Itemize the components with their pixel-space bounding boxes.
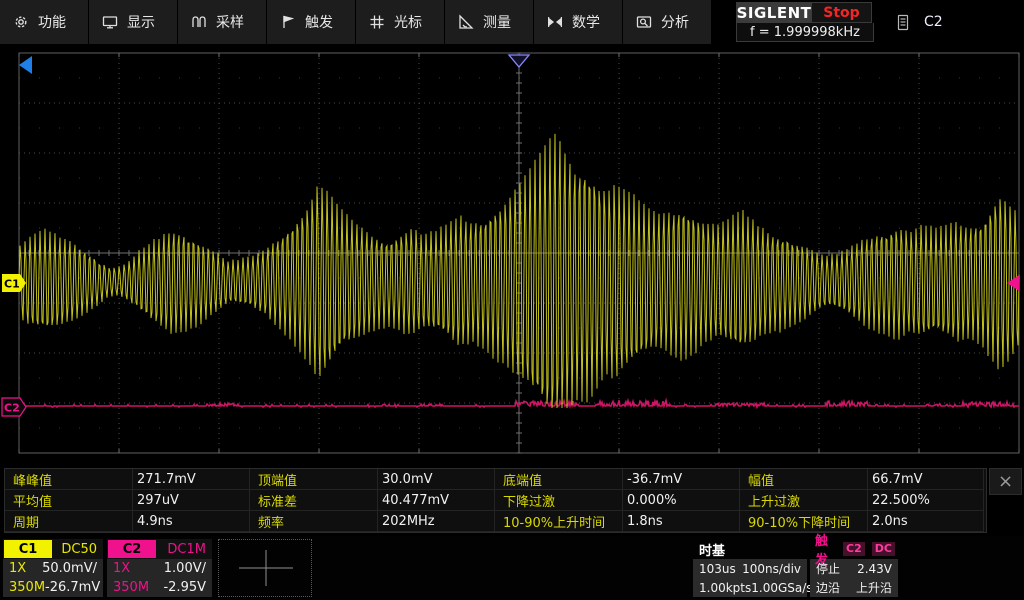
measurement-value: 271.7mV xyxy=(133,469,250,490)
measurement-label: 幅值 xyxy=(740,469,868,490)
svg-text:C2: C2 xyxy=(4,402,20,415)
channel2-offset: -2.95V xyxy=(163,580,206,595)
trigger-box[interactable]: 触发 C2 DC 停止2.43V 边沿上升沿 xyxy=(810,539,898,597)
channel2-zero-marker[interactable]: C2 xyxy=(2,398,26,416)
brand-and-state: SIGLENT Stop f = 1.999998kHz xyxy=(736,2,874,42)
menu-bar: 功能 显示 采样 触发 光标 xyxy=(0,0,1024,44)
channel1-info-box[interactable]: C1 DC50 1X 50.0mV/ 350M-26.7mV xyxy=(3,539,103,597)
channel2-bandwidth: 350M xyxy=(113,580,149,595)
run-state-indicator[interactable]: Stop xyxy=(812,2,872,23)
measure-icon xyxy=(458,14,474,30)
trigger-mode: 停止 xyxy=(816,560,840,577)
timebase-delay: 103us xyxy=(699,562,736,576)
channel2-attenuation: 1X xyxy=(113,561,130,576)
channel2-info-box[interactable]: C2 DC1M 1X 1.00V/ 350M -2.95V xyxy=(107,539,212,597)
measurement-label: 顶端值 xyxy=(250,469,378,490)
measurement-value: 22.500% xyxy=(868,490,984,511)
menu-item-label: 显示 xyxy=(127,12,155,32)
cursor-icon xyxy=(369,14,385,30)
analysis-icon xyxy=(636,14,652,30)
measurement-panel: 峰峰值 271.7mV 顶端值 30.0mV 底端值 -36.7mV 幅值 66… xyxy=(4,468,987,533)
measurement-label: 频率 xyxy=(250,511,378,532)
sampling-icon xyxy=(191,14,207,30)
channel1-scale: 50.0mV/ xyxy=(42,561,97,576)
measurement-label: 底端值 xyxy=(495,469,623,490)
trigger-slope: 上升沿 xyxy=(856,579,892,596)
clipboard-icon xyxy=(896,14,910,31)
math-icon xyxy=(547,14,563,30)
measurement-value: 4.9ns xyxy=(133,511,250,532)
frequency-counter: f = 1.999998kHz xyxy=(736,23,874,42)
menu-item-label: 功能 xyxy=(38,12,66,32)
trigger-flag-icon xyxy=(280,14,296,30)
trigger-level: 2.43V xyxy=(857,562,892,576)
channel1-coupling: DC50 xyxy=(53,542,103,557)
menu-item-math[interactable]: 数学 xyxy=(534,0,623,44)
measurement-value: 66.7mV xyxy=(868,469,984,490)
waveform-display: C1 C2 xyxy=(0,44,1024,468)
menu-item-label: 采样 xyxy=(216,12,244,32)
measurement-label: 标准差 xyxy=(250,490,378,511)
menu-item-function[interactable]: 功能 xyxy=(0,0,89,44)
menu-item-acquire[interactable]: 采样 xyxy=(178,0,267,44)
measurement-value: -36.7mV xyxy=(623,469,740,490)
measurement-label: 10-90%上升时间 xyxy=(495,511,623,532)
menu-item-label: 测量 xyxy=(483,12,511,32)
channel1-offset: -26.7mV xyxy=(45,580,100,595)
measurement-label: 峰峰值 xyxy=(5,469,133,490)
menu-item-label: 光标 xyxy=(394,12,422,32)
menu-item-analysis[interactable]: 分析 xyxy=(623,0,712,44)
timebase-scale: 100ns/div xyxy=(742,562,801,576)
timebase-title: 时基 xyxy=(699,540,725,559)
active-channel-label: C2 xyxy=(924,14,943,30)
menu-item-label: 数学 xyxy=(572,12,600,32)
crosshair-widget[interactable] xyxy=(218,539,312,597)
menu-item-trigger[interactable]: 触发 xyxy=(267,0,356,44)
oscilloscope-screen: 功能 显示 采样 触发 光标 xyxy=(0,0,1024,600)
timebase-box[interactable]: 时基 103us100ns/div 1.00kpts1.00GSa/s xyxy=(693,539,807,597)
svg-text:C1: C1 xyxy=(4,278,20,291)
menu-item-display[interactable]: 显示 xyxy=(89,0,178,44)
channel2-badge: C2 xyxy=(108,540,156,558)
channel1-attenuation: 1X xyxy=(9,561,26,576)
measurement-value: 40.477mV xyxy=(378,490,495,511)
timebase-samplerate: 1.00GSa/s xyxy=(751,581,812,595)
channel1-badge: C1 xyxy=(4,540,52,558)
channel1-bandwidth: 350M xyxy=(9,580,45,595)
measurement-label: 平均值 xyxy=(5,490,133,511)
measurement-value: 0.000% xyxy=(623,490,740,511)
menu-item-label: 分析 xyxy=(661,12,689,32)
menu-item-cursors[interactable]: 光标 xyxy=(356,0,445,44)
close-icon: × xyxy=(998,471,1013,492)
display-icon xyxy=(102,14,118,30)
measurement-value: 1.8ns xyxy=(623,511,740,532)
trigger-position-marker[interactable] xyxy=(509,55,529,67)
measurement-value: 202MHz xyxy=(378,511,495,532)
measurement-close-button[interactable]: × xyxy=(989,468,1022,495)
channel2-coupling: DC1M xyxy=(157,542,212,557)
siglent-logo: SIGLENT xyxy=(736,2,812,23)
trigger-delay-marker[interactable] xyxy=(19,56,32,74)
measurement-label: 下降过激 xyxy=(495,490,623,511)
trigger-coupling-chip: DC xyxy=(872,542,895,556)
timebase-points: 1.00kpts xyxy=(699,581,751,595)
bottom-status-bar: C1 DC50 1X50.0mV/ 350M-26.7mV C2 DC1M 1X… xyxy=(0,536,1024,600)
menu-item-label: 触发 xyxy=(305,12,333,32)
crosshair-icon xyxy=(219,540,313,596)
measurement-value: 30.0mV xyxy=(378,469,495,490)
active-channel-indicator[interactable]: C2 xyxy=(896,0,943,44)
measurement-value: 2.0ns xyxy=(868,511,984,532)
channel2-scale: 1.00V/ xyxy=(164,561,206,576)
measurement-label: 90-10%下降时间 xyxy=(740,511,868,532)
measurement-value: 297uV xyxy=(133,490,250,511)
measurement-label: 周期 xyxy=(5,511,133,532)
gear-icon xyxy=(13,14,29,30)
measurement-label: 上升过激 xyxy=(740,490,868,511)
channel1-zero-marker[interactable]: C1 xyxy=(2,274,26,292)
trigger-source-chip: C2 xyxy=(843,542,865,556)
trigger-type: 边沿 xyxy=(816,579,840,596)
menu-item-measure[interactable]: 测量 xyxy=(445,0,534,44)
